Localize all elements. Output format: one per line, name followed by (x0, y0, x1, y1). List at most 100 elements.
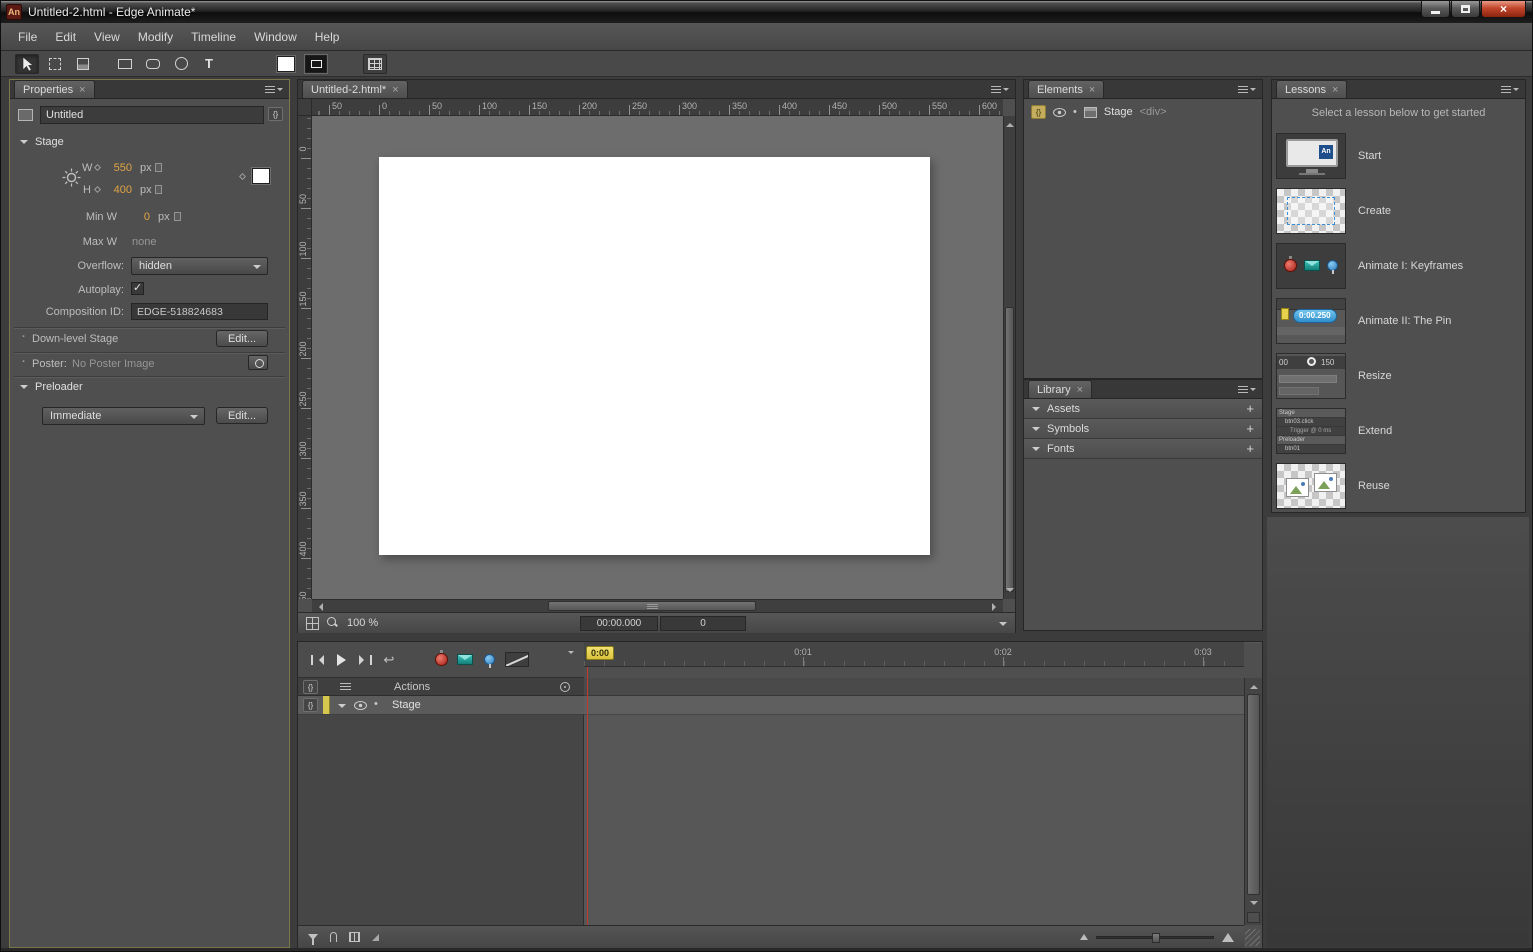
stopwatch-toggle[interactable] (430, 650, 452, 670)
timeline-scroll-thumb[interactable] (1247, 694, 1260, 895)
tab-lessons[interactable]: Lessons (1276, 80, 1348, 98)
height-unit[interactable]: px (140, 184, 152, 196)
close-tab-icon[interactable] (392, 84, 398, 96)
lock-dot-icon[interactable] (374, 698, 378, 710)
panel-menu-icon[interactable] (991, 85, 1009, 94)
scroll-right-icon[interactable] (992, 603, 1000, 611)
actions-badge-icon[interactable] (303, 680, 318, 694)
resize-grip-icon[interactable] (1245, 929, 1260, 946)
layout-presets-tool[interactable] (363, 53, 387, 74)
height-keyframe-diamond-icon[interactable] (93, 185, 102, 194)
selection-tool[interactable] (15, 53, 39, 74)
go-to-start-button[interactable] (306, 650, 328, 670)
eye-icon[interactable] (1053, 107, 1066, 117)
preloader-edit-button[interactable]: Edit... (216, 407, 268, 424)
color-keyframe-diamond-icon[interactable] (238, 172, 247, 181)
close-tab-icon[interactable] (1332, 84, 1338, 96)
tab-elements[interactable]: Elements (1028, 80, 1105, 98)
grid-small-icon[interactable] (349, 932, 360, 942)
width-link-icon[interactable] (155, 163, 162, 172)
lesson-item-animate-i-keyframes[interactable]: Animate I: Keyframes (1272, 238, 1525, 293)
menu-file[interactable]: File (9, 25, 46, 49)
stage-section-header[interactable]: Stage (20, 136, 64, 148)
panel-menu-icon[interactable] (1501, 85, 1519, 94)
min-w-value[interactable]: 0 (136, 211, 150, 223)
downlevel-edit-button[interactable]: Edit... (216, 330, 268, 347)
ellipse-tool[interactable] (169, 54, 193, 74)
zoom-slider-thumb[interactable] (1152, 932, 1160, 943)
lesson-item-animate-ii-the-pin[interactable]: 0:00.250 Animate II: The Pin (1272, 293, 1525, 348)
library-section-fonts[interactable]: Fonts (1024, 439, 1262, 459)
menu-modify[interactable]: Modify (129, 25, 182, 49)
actions-badge-icon[interactable] (1031, 105, 1046, 119)
filter-icon[interactable] (308, 934, 318, 945)
go-to-end-button[interactable] (354, 650, 376, 670)
stage-color-chip[interactable] (277, 55, 295, 72)
menu-view[interactable]: View (85, 25, 129, 49)
vertical-scrollbar[interactable] (1003, 116, 1015, 599)
app-icon[interactable]: An (6, 4, 22, 20)
add-icon[interactable] (1246, 421, 1254, 436)
transform-tool[interactable] (43, 54, 67, 74)
stage-canvas[interactable] (379, 157, 930, 555)
clip-overlay-chip[interactable] (305, 54, 327, 73)
element-row-stage[interactable]: Stage <div> (1024, 102, 1262, 122)
min-w-unit[interactable]: px (158, 211, 170, 223)
preloader-section-header[interactable]: Preloader (20, 381, 83, 393)
width-keyframe-diamond-icon[interactable] (93, 163, 102, 172)
rectangle-tool[interactable] (113, 54, 137, 74)
playhead-time-flag[interactable]: 0:00 (586, 646, 615, 660)
add-icon[interactable] (1246, 401, 1254, 416)
scroll-down-icon[interactable] (1006, 588, 1014, 596)
max-w-value[interactable]: none (132, 236, 156, 248)
library-section-assets[interactable]: Assets (1024, 399, 1262, 419)
scroll-down-icon[interactable] (1250, 901, 1258, 909)
stage-lane[interactable] (584, 696, 1244, 715)
menu-timeline[interactable]: Timeline (182, 25, 245, 49)
eye-icon[interactable] (354, 701, 367, 710)
scroll-left-icon[interactable] (315, 603, 323, 611)
zoom-in-mountain-icon[interactable] (1222, 932, 1234, 942)
timeline-options-icon[interactable] (568, 650, 574, 669)
text-tool[interactable]: T (197, 54, 221, 74)
zoom-level[interactable]: 100 % (347, 617, 378, 629)
add-icon[interactable] (1246, 441, 1254, 456)
scroll-up-icon[interactable] (1250, 681, 1258, 689)
menu-window[interactable]: Window (245, 25, 306, 49)
vertical-scroll-thumb[interactable] (1005, 307, 1014, 592)
play-button[interactable] (330, 650, 352, 670)
collapse-triangle-icon[interactable] (338, 704, 346, 712)
preloader-dropdown[interactable]: Immediate (42, 407, 205, 425)
close-tab-icon[interactable] (79, 84, 85, 96)
lesson-item-start[interactable]: An Start (1272, 128, 1525, 183)
horizontal-scroll-thumb[interactable] (548, 601, 756, 611)
lock-dot-icon[interactable] (1073, 106, 1077, 118)
stage-background-color-swatch[interactable] (252, 168, 270, 184)
stage-options-icon[interactable] (999, 622, 1007, 630)
autoplay-checkbox[interactable] (131, 281, 144, 295)
tab-untitled-2-html[interactable]: Untitled-2.html* (302, 80, 408, 98)
return-playback-icon[interactable] (378, 650, 400, 670)
element-name-input[interactable] (40, 106, 264, 124)
pin-small-icon[interactable] (330, 932, 337, 942)
overflow-dropdown[interactable]: hidden (131, 257, 268, 275)
actions-badge-icon[interactable] (303, 698, 318, 712)
lesson-item-resize[interactable]: 00 150 Resize (1272, 348, 1525, 403)
height-value[interactable]: 400 (106, 184, 132, 196)
lesson-item-extend[interactable]: Stage btn03.click Trigger @ 0 ms Preloader b… (1272, 403, 1525, 458)
min-w-link-icon[interactable] (174, 212, 181, 221)
grid-overlay-icon[interactable] (306, 616, 319, 630)
pin-toggle[interactable] (478, 650, 500, 670)
timeline-ruler[interactable]: 0:00 0:01 0:02 0:03 (584, 642, 1244, 667)
minimize-button[interactable] (1421, 1, 1450, 18)
stage-viewport[interactable] (312, 116, 1005, 599)
tab-library[interactable]: Library (1028, 380, 1093, 398)
capture-poster-camera-button[interactable] (248, 355, 268, 370)
rounded-rectangle-tool[interactable] (141, 54, 165, 74)
maximize-button[interactable] (1451, 1, 1480, 18)
close-tab-icon[interactable] (1089, 84, 1095, 96)
sort-layers-icon[interactable] (340, 683, 351, 692)
height-link-icon[interactable] (155, 185, 162, 194)
composition-id-field[interactable]: EDGE-518824683 (131, 303, 268, 320)
panel-menu-icon[interactable] (265, 85, 283, 94)
